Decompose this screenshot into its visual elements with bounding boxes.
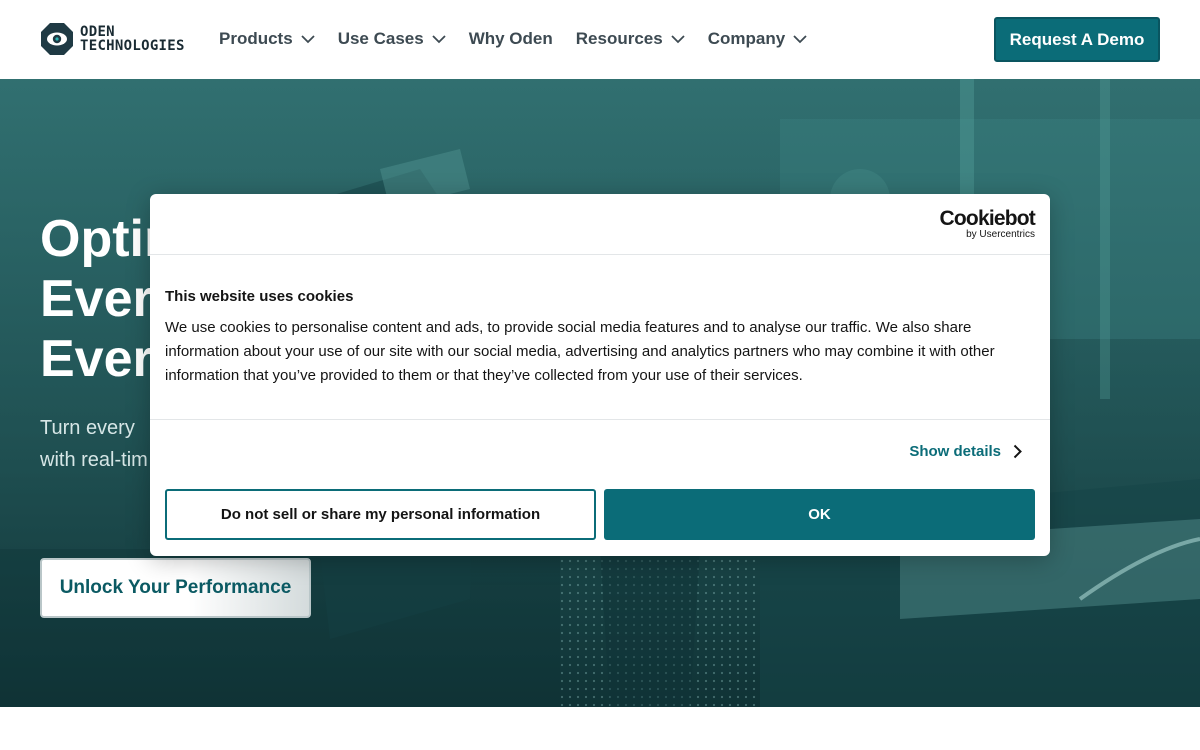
chevron-down-icon: [301, 34, 315, 43]
nav-products-label: Products: [219, 29, 293, 48]
nav-company-label: Company: [707, 29, 786, 48]
chevron-down-icon: [432, 34, 446, 43]
hero-subtitle: Turn every with real-tim: [40, 412, 148, 476]
logo-line-2: TECHNOLOGIES: [80, 38, 185, 54]
hero-subtitle-line: Turn every: [40, 417, 135, 439]
unlock-performance-button[interactable]: Unlock Your Performance: [40, 558, 311, 618]
nav-use-cases[interactable]: Use Cases: [338, 28, 446, 50]
oden-eye-logo-icon: [41, 23, 73, 55]
cookiebot-brand: Cookiebot: [939, 207, 1036, 230]
nav-use-cases-label: Use Cases: [337, 29, 424, 48]
cookie-dialog-text: We use cookies to personalise content an…: [165, 319, 995, 384]
chevron-down-icon: [793, 34, 807, 43]
request-demo-button[interactable]: Request A Demo: [994, 17, 1160, 62]
nav-resources-label: Resources: [575, 29, 663, 48]
nav-company[interactable]: Company: [708, 28, 807, 50]
hero-subtitle-line: with real-tim: [40, 449, 148, 471]
cookiebot-by-line: by Usercentrics: [966, 229, 1035, 240]
logo-line-1: ODEN: [80, 24, 115, 40]
nav-products[interactable]: Products: [219, 28, 315, 50]
chevron-down-icon: [671, 34, 685, 43]
site-header: ODEN TECHNOLOGIES Products Use Cases Why…: [0, 0, 1200, 79]
do-not-sell-button[interactable]: Do not sell or share my personal informa…: [165, 489, 596, 540]
divider: [150, 419, 1050, 420]
logo-wordmark: ODEN TECHNOLOGIES: [80, 25, 185, 53]
cookiebot-logo[interactable]: Cookiebot by Usercentrics: [939, 207, 1036, 240]
nav-why-oden-label: Why Oden: [468, 29, 553, 48]
cookie-dialog-header: Cookiebot by Usercentrics: [150, 194, 1050, 255]
show-details-label: Show details: [909, 443, 1001, 460]
ok-button[interactable]: OK: [604, 489, 1035, 540]
main-nav: Products Use Cases Why Oden Resources Co…: [219, 28, 830, 50]
cookie-dialog-title: This website uses cookies: [165, 288, 354, 305]
nav-resources[interactable]: Resources: [576, 28, 685, 50]
cookie-consent-dialog: Cookiebot by Usercentrics This website u…: [150, 194, 1050, 556]
show-details-link[interactable]: Show details: [909, 443, 1022, 460]
nav-why-oden[interactable]: Why Oden: [469, 28, 553, 50]
chevron-right-icon: [1013, 444, 1022, 459]
oden-logo[interactable]: ODEN TECHNOLOGIES: [40, 22, 185, 56]
next-section: [0, 707, 1200, 750]
